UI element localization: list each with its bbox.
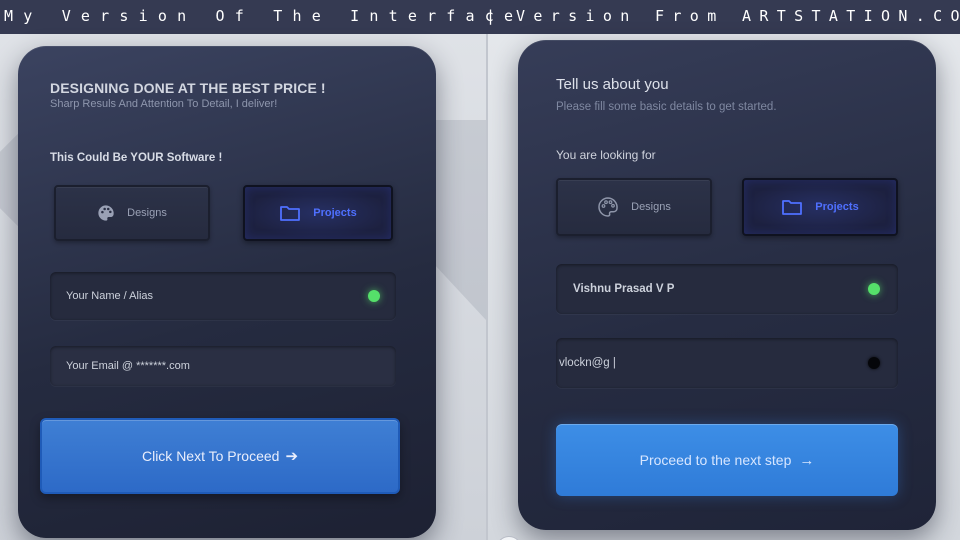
left-name-field[interactable]: Your Name / Alias — [50, 272, 396, 320]
right-name-field[interactable]: Vishnu Prasad V P — [556, 264, 898, 314]
right-email-field[interactable]: vlockn@g | — [556, 338, 898, 388]
left-next-button[interactable]: Click Next To Proceed ➔ — [40, 418, 400, 494]
right-option-designs-label: Designs — [631, 201, 671, 213]
left-card-question: This Could Be YOUR Software ! — [50, 152, 223, 164]
name-valid-indicator — [868, 283, 880, 295]
folder-icon — [782, 200, 803, 215]
left-card-title: DESIGNING DONE AT THE BEST PRICE ! — [50, 80, 326, 96]
right-next-button-label: Proceed to the next step — [639, 452, 792, 468]
right-option-designs[interactable]: Designs — [556, 178, 712, 236]
left-form-card: DESIGNING DONE AT THE BEST PRICE ! Sharp… — [18, 46, 436, 538]
right-card-title: Tell us about you — [556, 76, 669, 93]
right-option-projects-label: Projects — [815, 201, 859, 213]
header-right-title: Version From ARTSTATION.COM — [516, 7, 960, 25]
left-option-designs-label: Designs — [127, 207, 167, 219]
right-card-question: You are looking for — [556, 148, 656, 162]
left-email-field[interactable]: Your Email @ *******.com — [50, 346, 396, 386]
arrow-right-icon: ➔ — [285, 448, 299, 465]
left-email-placeholder: Your Email @ *******.com — [66, 360, 190, 372]
email-status-indicator — [868, 357, 880, 369]
palette-icon — [598, 197, 618, 217]
folder-icon — [280, 206, 301, 221]
left-option-designs[interactable]: Designs — [54, 185, 210, 241]
left-card-subtitle: Sharp Resuls And Attention To Detail, I … — [50, 98, 278, 110]
header-divider: | — [486, 7, 496, 25]
left-name-placeholder: Your Name / Alias — [66, 290, 154, 302]
arrow-right-icon: → — [799, 451, 815, 469]
right-email-value: vlockn@g | — [559, 357, 616, 369]
header-left-title: My Version Of The Interface — [4, 7, 524, 25]
right-form-card: Tell us about you Please fill some basic… — [518, 40, 936, 530]
left-option-projects-label: Projects — [313, 207, 357, 219]
right-next-button[interactable]: Proceed to the next step → — [556, 424, 898, 496]
palette-icon — [98, 205, 114, 221]
header-strip: My Version Of The Interface | Version Fr… — [0, 0, 960, 34]
right-card-subtitle: Please fill some basic details to get st… — [556, 101, 777, 113]
name-valid-indicator — [368, 290, 380, 302]
right-option-projects[interactable]: Projects — [742, 178, 898, 236]
left-option-projects[interactable]: Projects — [243, 185, 393, 241]
left-next-button-label: Click Next To Proceed — [141, 448, 280, 464]
panel-separator — [486, 34, 488, 540]
right-name-value: Vishnu Prasad V P — [573, 283, 675, 295]
